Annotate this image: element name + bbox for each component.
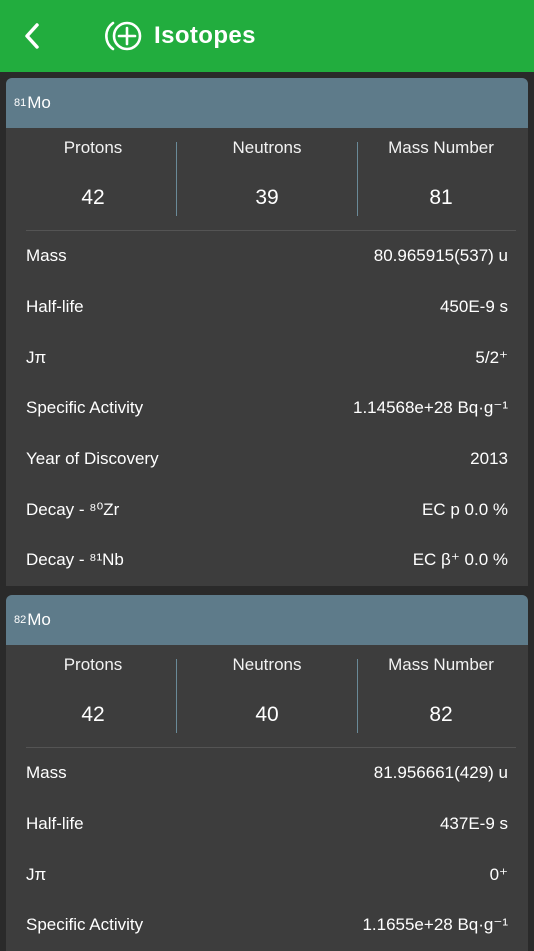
protons-column: Protons 42 [6, 645, 180, 747]
back-button[interactable] [14, 18, 50, 54]
property-label: Jπ [26, 347, 47, 367]
property-row-decay: Decay - ⁸¹Nb EC β⁺ 0.0 % [6, 535, 528, 586]
mass-number-value: 82 [429, 703, 453, 726]
nucleon-counts: Protons 42 Neutrons 39 Mass Number 81 [6, 128, 528, 230]
property-row-specific-activity: Specific Activity 1.1655e+28 Bq·g⁻¹ [6, 900, 528, 951]
property-value: 0⁺ [489, 864, 508, 884]
property-value: 1.14568e+28 Bq·g⁻¹ [352, 398, 508, 418]
property-label: Half-life [26, 297, 84, 317]
column-divider [176, 142, 177, 216]
property-label: Half-life [26, 814, 84, 834]
property-value: 5/2⁺ [475, 347, 508, 367]
page-title: Isotopes [154, 22, 256, 49]
protons-value: 42 [81, 703, 105, 726]
neutrons-label: Neutrons [232, 655, 302, 674]
property-value: 1.1655e+28 Bq·g⁻¹ [362, 915, 508, 935]
property-row-half-life: Half-life 450E-9 s [6, 282, 528, 333]
chevron-left-icon [25, 23, 39, 49]
property-value: EC p 0.0 % [422, 499, 508, 519]
property-row-decay: Decay - ⁸⁰Zr EC p 0.0 % [6, 484, 528, 535]
isotope-mass-superscript: 81 [14, 97, 27, 109]
property-row-specific-activity: Specific Activity 1.14568e+28 Bq·g⁻¹ [6, 383, 528, 434]
protons-column: Protons 42 [6, 128, 180, 230]
neutrons-column: Neutrons 39 [180, 128, 354, 230]
nucleon-counts: Protons 42 Neutrons 40 Mass Number 82 [6, 645, 528, 747]
isotope-card: 82 Mo Protons 42 Neutrons 40 Mass Number… [6, 595, 528, 951]
neutrons-column: Neutrons 40 [180, 645, 354, 747]
property-label: Decay - ⁸⁰Zr [26, 499, 120, 519]
isotope-symbol: Mo [27, 610, 51, 629]
property-value: 437E-9 s [439, 814, 508, 834]
property-label: Year of Discovery [26, 449, 159, 469]
neutrons-value: 39 [255, 186, 279, 209]
property-label: Specific Activity [26, 398, 144, 418]
property-value: 2013 [470, 449, 508, 469]
property-row-spin-parity: Jπ 5/2⁺ [6, 332, 528, 383]
isotope-card: 81 Mo Protons 42 Neutrons 39 Mass Number… [6, 78, 528, 586]
mass-number-label: Mass Number [388, 655, 494, 674]
isotope-mass-superscript: 82 [14, 614, 27, 626]
mass-number-value: 81 [429, 186, 453, 209]
mass-number-column: Mass Number 82 [354, 645, 528, 747]
property-label: Decay - ⁸¹Nb [26, 550, 124, 570]
property-value: 80.965915(537) u [373, 246, 508, 266]
protons-value: 42 [81, 186, 105, 209]
property-label: Jπ [26, 864, 47, 884]
neutrons-value: 40 [255, 703, 279, 726]
protons-label: Protons [63, 655, 123, 674]
property-value: EC β⁺ 0.0 % [412, 550, 508, 570]
property-row-spin-parity: Jπ 0⁺ [6, 849, 528, 900]
property-row-mass: Mass 80.965915(537) u [6, 231, 528, 282]
circled-plus-icon [105, 21, 142, 51]
title-group: Isotopes [104, 16, 256, 56]
property-row-half-life: Half-life 437E-9 s [6, 799, 528, 850]
isotope-symbol: Mo [27, 93, 51, 112]
column-divider [357, 142, 358, 216]
isotope-header: 81 Mo [6, 78, 528, 128]
top-app-bar: Isotopes [0, 0, 534, 72]
isotope-header: 82 Mo [6, 595, 528, 645]
property-label: Mass [26, 246, 67, 266]
property-label: Specific Activity [26, 915, 144, 935]
property-row-year-of-discovery: Year of Discovery 2013 [6, 434, 528, 485]
column-divider [176, 659, 177, 733]
neutrons-label: Neutrons [232, 138, 302, 157]
mass-number-label: Mass Number [388, 138, 494, 157]
mass-number-column: Mass Number 81 [354, 128, 528, 230]
protons-label: Protons [63, 138, 123, 157]
property-row-mass: Mass 81.956661(429) u [6, 748, 528, 799]
property-value: 450E-9 s [439, 297, 508, 317]
column-divider [357, 659, 358, 733]
property-value: 81.956661(429) u [373, 763, 508, 783]
property-label: Mass [26, 763, 67, 783]
